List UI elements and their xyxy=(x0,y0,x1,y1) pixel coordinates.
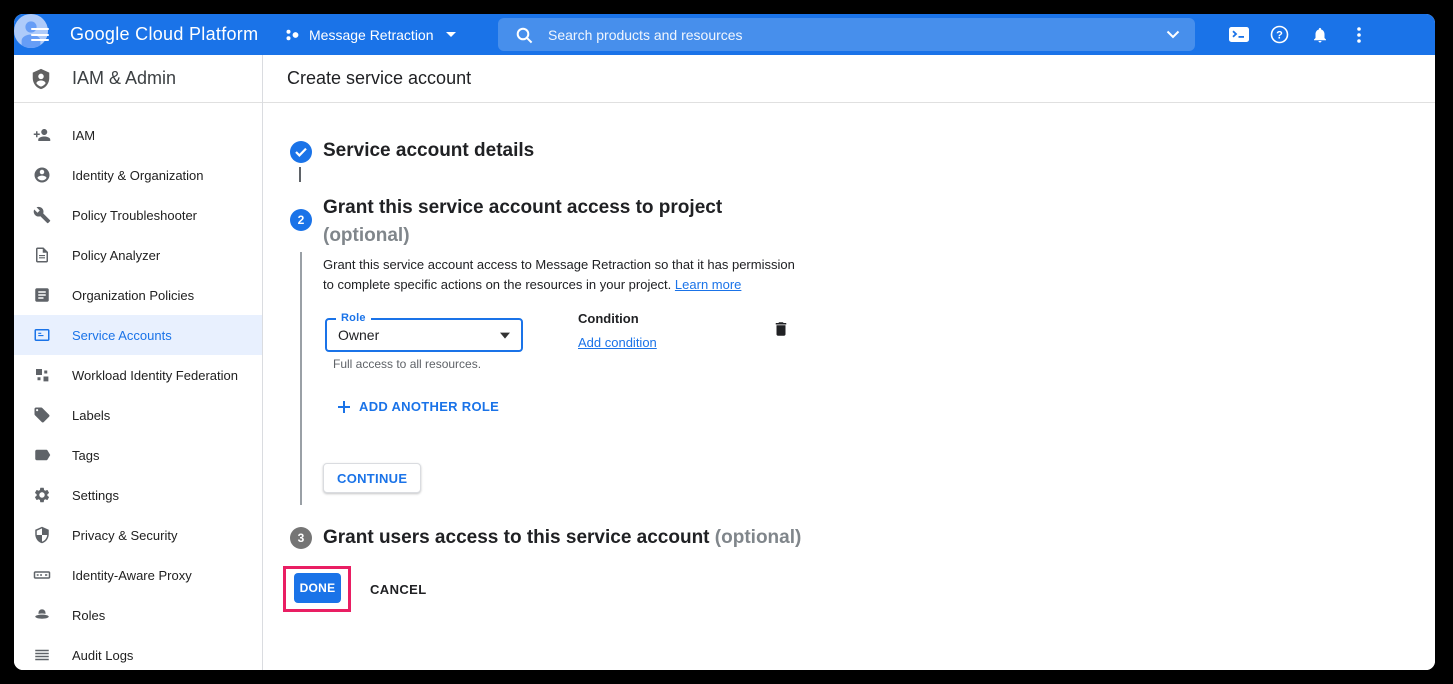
add-another-role-button[interactable]: ADD ANOTHER ROLE xyxy=(337,399,499,414)
sidebar-item-iam[interactable]: IAM xyxy=(14,115,262,155)
create-service-account-form: Service account details 2 Grant this ser… xyxy=(263,103,1435,670)
sidebar: IAM & Admin IAM Identity & Organization … xyxy=(14,55,263,670)
sidebar-item-label: Organization Policies xyxy=(72,288,194,303)
step1-completed-check-icon xyxy=(290,141,312,163)
sidebar-item-roles[interactable]: Roles xyxy=(14,595,262,635)
sidebar-item-label: Policy Analyzer xyxy=(72,248,160,263)
step2-description: Grant this service account access to Mes… xyxy=(323,255,795,295)
chevron-down-icon xyxy=(446,32,456,37)
sidebar-item-privacy-security[interactable]: Privacy & Security xyxy=(14,515,262,555)
sidebar-item-label: Identity-Aware Proxy xyxy=(72,568,192,583)
step3-optional-label: (optional) xyxy=(715,527,802,548)
plus-icon xyxy=(337,400,351,414)
sidebar-item-label: Roles xyxy=(72,608,105,623)
role-select-label: Role xyxy=(336,312,371,324)
sidebar-item-organization-policies[interactable]: Organization Policies xyxy=(14,275,262,315)
identity-icon xyxy=(33,166,51,184)
sidebar-item-label: Service Accounts xyxy=(72,328,172,343)
brand-title[interactable]: Google Cloud Platform xyxy=(70,14,258,55)
sidebar-item-label: Workload Identity Federation xyxy=(72,368,238,383)
step2-title: Grant this service account access to pro… xyxy=(323,194,722,222)
search-input[interactable] xyxy=(548,27,1166,43)
sidebar-item-label: Identity & Organization xyxy=(72,168,204,183)
sidebar-item-label: Audit Logs xyxy=(72,648,133,663)
project-logo-icon xyxy=(284,27,300,43)
gear-icon xyxy=(33,486,51,504)
sidebar-item-label: IAM xyxy=(72,128,95,143)
delete-role-icon[interactable] xyxy=(770,318,792,340)
sidebar-item-audit-logs[interactable]: Audit Logs xyxy=(14,635,262,670)
sidebar-header: IAM & Admin xyxy=(14,55,262,103)
step2-number-badge: 2 xyxy=(290,209,312,231)
sidebar-item-identity-organization[interactable]: Identity & Organization xyxy=(14,155,262,195)
wrench-icon xyxy=(33,206,51,224)
search-bar[interactable] xyxy=(498,18,1195,51)
roles-hat-icon xyxy=(33,606,51,624)
cloud-shell-icon[interactable] xyxy=(1226,14,1252,55)
description-line1: Grant this service account access to Mes… xyxy=(323,255,795,275)
notifications-bell-icon[interactable] xyxy=(1309,14,1331,55)
done-button[interactable]: DONE xyxy=(294,573,341,603)
sidebar-item-identity-aware-proxy[interactable]: Identity-Aware Proxy xyxy=(14,555,262,595)
gcp-console-window: Google Cloud Platform Message Retraction… xyxy=(14,14,1435,670)
learn-more-link[interactable]: Learn more xyxy=(675,277,741,292)
add-condition-link[interactable]: Add condition xyxy=(578,335,657,350)
sidebar-item-service-accounts[interactable]: Service Accounts xyxy=(14,315,262,355)
project-name: Message Retraction xyxy=(309,27,434,43)
sidebar-item-tags[interactable]: Tags xyxy=(14,435,262,475)
search-icon xyxy=(515,26,533,44)
sidebar-item-settings[interactable]: Settings xyxy=(14,475,262,515)
proxy-icon xyxy=(33,566,51,584)
sidebar-item-policy-analyzer[interactable]: Policy Analyzer xyxy=(14,235,262,275)
sidebar-item-policy-troubleshooter[interactable]: Policy Troubleshooter xyxy=(14,195,262,235)
person-add-icon xyxy=(33,126,51,144)
role-helper-text: Full access to all resources. xyxy=(333,357,481,371)
step-connector xyxy=(299,167,301,182)
main-panel: Create service account Service account d… xyxy=(263,55,1435,670)
condition-label: Condition xyxy=(578,311,639,326)
sidebar-item-labels[interactable]: Labels xyxy=(14,395,262,435)
cancel-button[interactable]: CANCEL xyxy=(370,582,427,597)
tag-arrow-icon xyxy=(33,446,51,464)
sidebar-item-label: Privacy & Security xyxy=(72,528,177,543)
project-switcher[interactable]: Message Retraction xyxy=(284,14,456,55)
step2-optional-label: (optional) xyxy=(323,222,722,250)
step3-title: Grant users access to this service accou… xyxy=(323,527,710,548)
step1-title: Service account details xyxy=(323,140,534,162)
step2-heading: Grant this service account access to pro… xyxy=(323,194,722,250)
iam-admin-shield-icon xyxy=(30,68,52,90)
role-select-caret-icon xyxy=(500,333,510,339)
audit-logs-icon xyxy=(33,646,51,664)
service-accounts-icon xyxy=(33,326,51,344)
page-title: Create service account xyxy=(287,68,471,89)
svg-text:?: ? xyxy=(1276,29,1283,41)
workload-identity-icon xyxy=(33,366,51,384)
org-policies-icon xyxy=(33,286,51,304)
description-line2: to complete specific actions on the reso… xyxy=(323,275,795,295)
sidebar-item-label: Labels xyxy=(72,408,110,423)
sidebar-item-label: Policy Troubleshooter xyxy=(72,208,197,223)
step2-connector-line xyxy=(300,252,302,505)
label-tag-icon xyxy=(33,406,51,424)
policy-analyzer-icon xyxy=(33,246,51,264)
menu-icon[interactable] xyxy=(31,28,49,41)
shield-icon xyxy=(33,526,51,544)
step3-heading: Grant users access to this service accou… xyxy=(323,527,801,549)
top-app-bar: Google Cloud Platform Message Retraction… xyxy=(14,14,1435,55)
page-header: Create service account xyxy=(263,55,1435,103)
step3-number-badge: 3 xyxy=(290,527,312,549)
sidebar-nav: IAM Identity & Organization Policy Troub… xyxy=(14,103,262,670)
sidebar-item-label: Tags xyxy=(72,448,99,463)
sidebar-item-label: Settings xyxy=(72,488,119,503)
continue-button[interactable]: CONTINUE xyxy=(323,463,421,493)
more-options-icon[interactable] xyxy=(1352,14,1366,55)
search-chevron-down-icon[interactable] xyxy=(1166,30,1180,39)
sidebar-title: IAM & Admin xyxy=(72,68,176,89)
role-select-value: Owner xyxy=(338,327,379,343)
role-select[interactable]: Role Owner xyxy=(325,318,523,352)
help-icon[interactable]: ? xyxy=(1268,14,1290,55)
sidebar-item-workload-identity-federation[interactable]: Workload Identity Federation xyxy=(14,355,262,395)
